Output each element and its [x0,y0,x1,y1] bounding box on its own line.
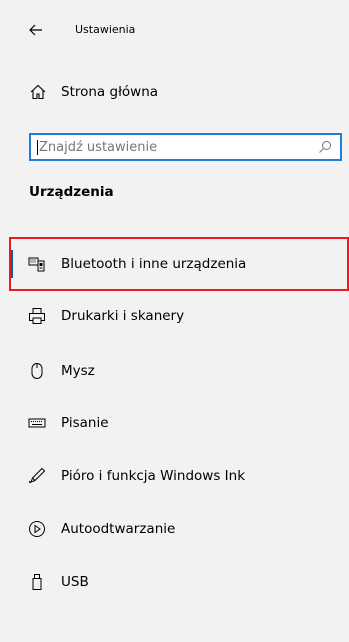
app-title: Ustawienia [75,23,136,36]
nav-item-label: Pióro i funkcja Windows Ink [61,468,246,484]
nav-item-label: Drukarki i skanery [61,308,185,324]
home-icon [30,84,46,100]
arrow-left-icon [29,24,42,36]
pen-icon [29,467,46,484]
settings-window: Ustawienia Strona główna Znajdź ustawien… [0,0,349,642]
search-placeholder: Znajdź ustawienie [39,140,158,155]
home-link[interactable]: Strona główna [0,76,349,108]
nav-item-mouse[interactable]: Mysz [0,353,349,389]
home-label: Strona główna [61,84,159,100]
autoplay-icon [29,521,45,537]
search-icon[interactable] [318,140,332,154]
nav-item-usb[interactable]: USB [0,564,349,600]
nav-item-label: Autoodtwarzanie [61,521,176,537]
section-title: Urządzenia [29,184,114,200]
back-button[interactable] [26,20,46,40]
search-input[interactable]: Znajdź ustawienie [29,133,342,161]
usb-icon [32,574,42,590]
keyboard-icon [28,418,46,428]
nav-item-pen[interactable]: Pióro i funkcja Windows Ink [0,458,349,494]
nav-item-autoplay[interactable]: Autoodtwarzanie [0,511,349,547]
nav-item-printers[interactable]: Drukarki i skanery [0,298,349,334]
printer-icon [29,308,45,324]
highlight-annotation [9,237,349,291]
nav-item-typing[interactable]: Pisanie [0,405,349,441]
mouse-icon [31,363,43,379]
header: Ustawienia [0,14,349,44]
nav-item-label: Mysz [61,363,95,379]
text-caret [37,140,38,155]
nav-item-label: Pisanie [61,415,109,431]
nav-item-label: USB [61,574,89,590]
